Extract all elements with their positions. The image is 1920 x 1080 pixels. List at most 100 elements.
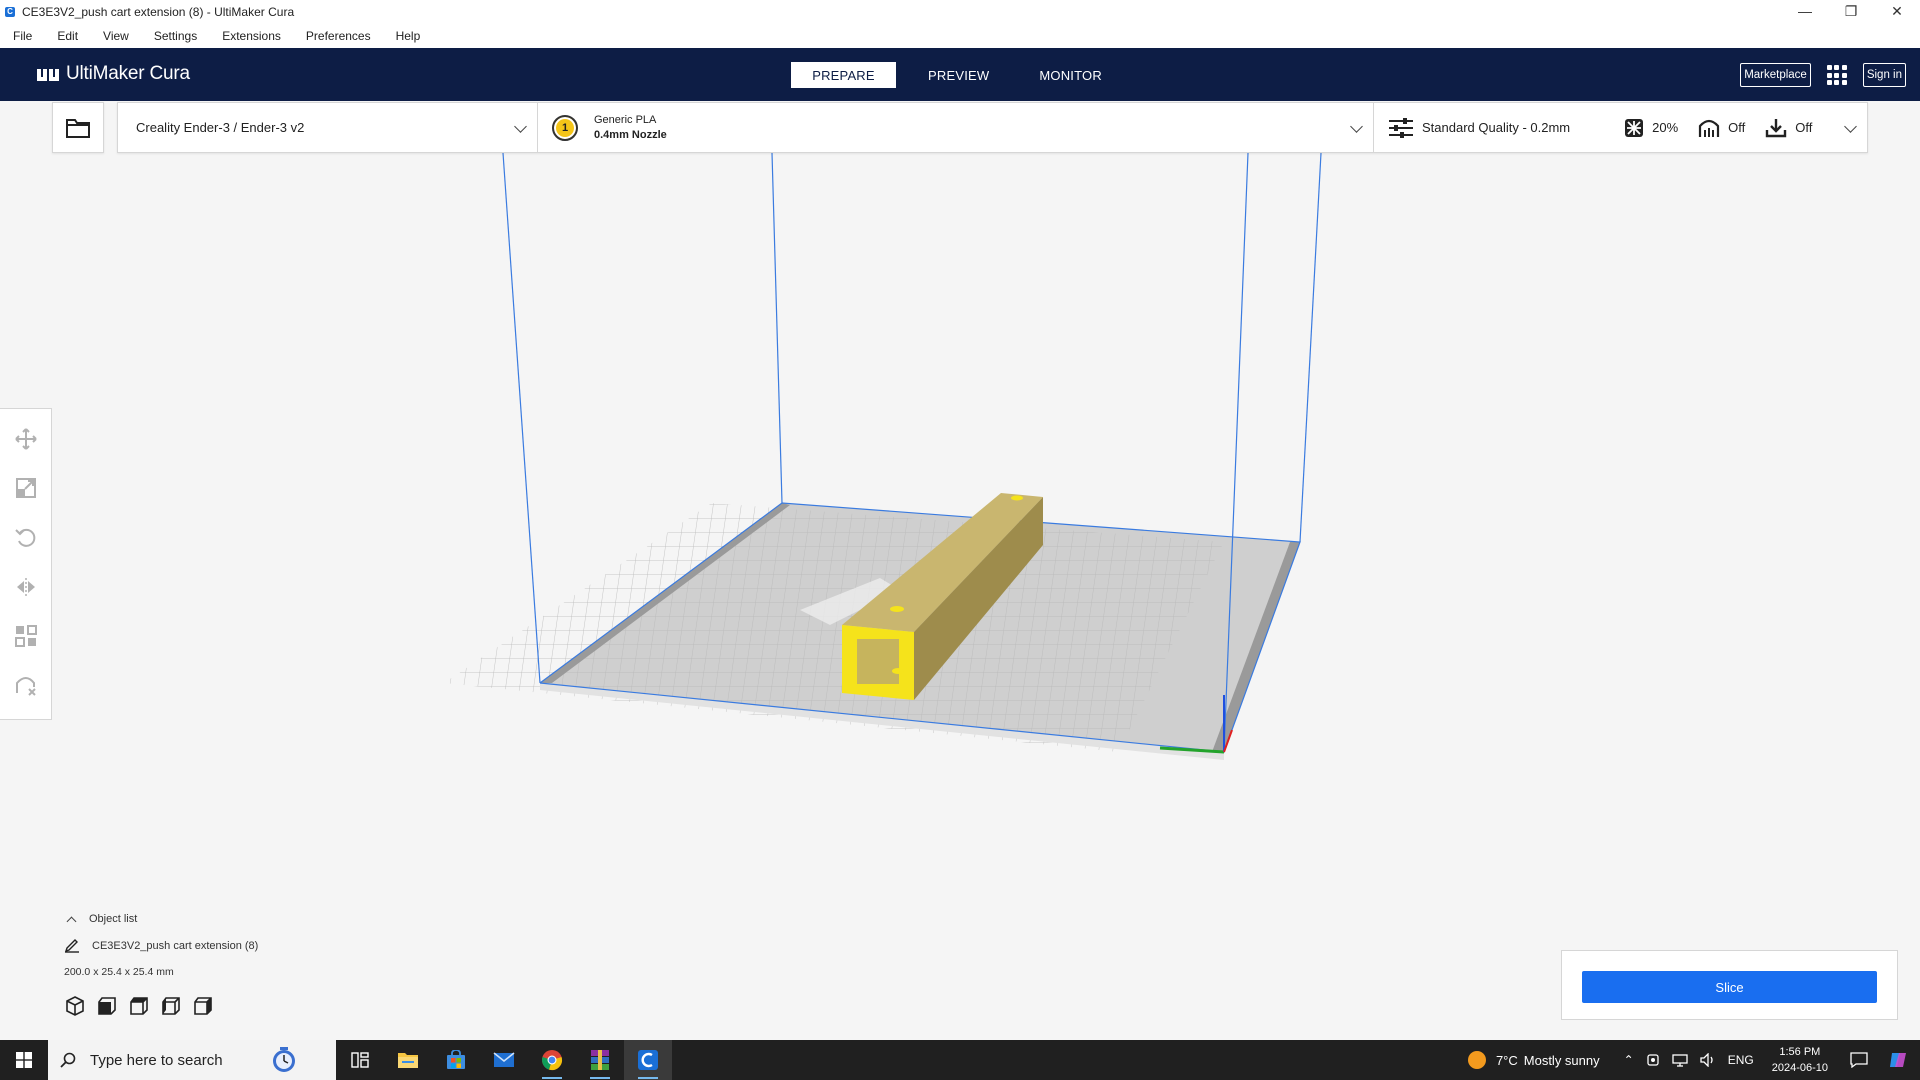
- stage-tabs: PREPARE PREVIEW MONITOR: [791, 62, 1134, 88]
- view-3d-icon[interactable]: [64, 995, 86, 1017]
- mirror-tool-icon[interactable]: [9, 571, 43, 602]
- menu-preferences[interactable]: Preferences: [295, 29, 382, 43]
- view-orientation-buttons: [64, 995, 258, 1017]
- chevron-down-icon: [1350, 120, 1363, 133]
- window-titlebar: C CE3E3V2_push cart extension (8) - Ulti…: [0, 0, 1920, 24]
- clock-time: 1:56 PM: [1779, 1046, 1821, 1058]
- ultimaker-logo: UltiMaker Cura: [36, 63, 190, 85]
- move-tool-icon[interactable]: [9, 423, 43, 454]
- apps-grid-icon[interactable]: [1826, 65, 1847, 85]
- clock-date: 2024-06-10: [1771, 1062, 1828, 1074]
- menu-edit[interactable]: Edit: [46, 29, 89, 43]
- material-name: Generic PLA: [594, 113, 657, 126]
- volume-icon[interactable]: [1700, 1053, 1716, 1067]
- weather-desc: Mostly sunny: [1523, 1052, 1600, 1068]
- view-top-icon[interactable]: [128, 995, 150, 1017]
- build-volume-scene: [434, 152, 1322, 760]
- object-dimensions: 200.0 x 25.4 x 25.4 mm: [64, 966, 174, 978]
- support-blocker-icon[interactable]: [9, 670, 43, 701]
- view-right-icon[interactable]: [192, 995, 214, 1017]
- winrar-icon[interactable]: [576, 1040, 624, 1080]
- folder-icon: [66, 118, 90, 138]
- support-value: Off: [1728, 120, 1746, 135]
- marketplace-button[interactable]: Marketplace: [1740, 63, 1811, 87]
- sign-in-button[interactable]: Sign in: [1862, 63, 1906, 87]
- network-icon[interactable]: [1672, 1053, 1688, 1067]
- file-explorer-icon[interactable]: [384, 1040, 432, 1080]
- weather-widget[interactable]: 7°C Mostly sunny: [1467, 1051, 1600, 1069]
- weather-temp: 7°C: [1495, 1052, 1518, 1068]
- chevron-down-icon: [1844, 120, 1857, 133]
- clock[interactable]: 1:56 PM 2024-06-10: [1772, 1044, 1828, 1076]
- printer-name: Creality Ender-3 / Ender-3 v2: [136, 120, 305, 135]
- tab-preview[interactable]: PREVIEW: [910, 62, 1007, 88]
- view-left-icon[interactable]: [160, 995, 182, 1017]
- search-icon: [60, 1052, 76, 1068]
- chevron-up-icon[interactable]: ⌃: [1624, 1053, 1634, 1067]
- adhesion-icon: [1766, 118, 1787, 137]
- per-model-settings-icon[interactable]: [9, 620, 43, 651]
- windows-logo-icon: [16, 1052, 32, 1068]
- object-list-toggle[interactable]: Object list: [64, 913, 258, 926]
- copilot-icon[interactable]: [1888, 1050, 1908, 1070]
- app-header: UltiMaker Cura PREPARE PREVIEW MONITOR M…: [0, 48, 1920, 101]
- scale-tool-icon[interactable]: [9, 472, 43, 503]
- object-list-item[interactable]: CE3E3V2_push cart extension (8): [64, 939, 258, 953]
- search-highlight-icon: [273, 1047, 295, 1072]
- window-title: CE3E3V2_push cart extension (8) - UltiMa…: [22, 5, 295, 19]
- task-view-icon[interactable]: [336, 1040, 384, 1080]
- chevron-down-icon: [514, 120, 527, 133]
- meet-now-icon[interactable]: [1646, 1053, 1660, 1067]
- infill-value: 20%: [1652, 120, 1679, 135]
- quality-profile: Standard Quality - 0.2mm: [1422, 120, 1571, 135]
- infill-icon: [1625, 118, 1644, 137]
- menu-file[interactable]: File: [0, 29, 43, 43]
- print-configuration-bar: Creality Ender-3 / Ender-3 v2 1 Generic …: [117, 102, 1868, 153]
- print-settings-selector[interactable]: Standard Quality - 0.2mm 20% Off Off: [1374, 103, 1867, 152]
- logo-text: UltiMaker Cura: [66, 63, 190, 84]
- mail-icon[interactable]: [480, 1040, 528, 1080]
- language-indicator[interactable]: ENG: [1728, 1053, 1754, 1067]
- notifications-icon[interactable]: [1850, 1052, 1868, 1068]
- taskbar-search-box[interactable]: Type here to search: [48, 1040, 336, 1080]
- 3d-viewport[interactable]: [0, 101, 1920, 1040]
- tool-panel: [0, 408, 52, 720]
- printer-selector[interactable]: Creality Ender-3 / Ender-3 v2: [118, 103, 538, 152]
- menu-bar: File Edit View Settings Extensions Prefe…: [0, 24, 1920, 48]
- search-placeholder: Type here to search: [90, 1051, 223, 1069]
- settings-sliders-icon: [1389, 117, 1413, 138]
- minimize-icon[interactable]: —: [1782, 0, 1828, 22]
- cura-taskbar-icon[interactable]: [624, 1040, 672, 1080]
- object-list-label: Object list: [89, 913, 138, 925]
- object-list-panel: Object list CE3E3V2_push cart extension …: [64, 913, 258, 1017]
- open-file-button[interactable]: [52, 102, 104, 153]
- ultimaker-logo-icon: [37, 69, 59, 81]
- cura-app-icon: C: [5, 7, 15, 17]
- rotate-tool-icon[interactable]: [9, 522, 43, 553]
- menu-extensions[interactable]: Extensions: [211, 29, 292, 43]
- weather-sun-icon: [1467, 1051, 1486, 1069]
- support-icon: [1699, 119, 1720, 137]
- menu-view[interactable]: View: [92, 29, 140, 43]
- nozzle-size: 0.4mm Nozzle: [594, 128, 667, 141]
- start-button[interactable]: [0, 1040, 48, 1080]
- view-front-icon[interactable]: [96, 995, 118, 1017]
- slice-panel: Slice: [1561, 950, 1898, 1020]
- chrome-icon[interactable]: [528, 1040, 576, 1080]
- material-selector[interactable]: 1 Generic PLA 0.4mm Nozzle: [538, 103, 1374, 152]
- tab-monitor[interactable]: MONITOR: [1021, 62, 1120, 88]
- menu-help[interactable]: Help: [385, 29, 432, 43]
- menu-settings[interactable]: Settings: [143, 29, 208, 43]
- tab-prepare[interactable]: PREPARE: [791, 62, 896, 88]
- adhesion-value: Off: [1795, 120, 1813, 135]
- restore-icon[interactable]: ❐: [1828, 0, 1874, 22]
- pencil-icon: [64, 939, 79, 953]
- slice-button[interactable]: Slice: [1582, 971, 1877, 1003]
- windows-taskbar: Type here to search 7°C Mostly sunny ⌃ E…: [0, 1040, 1920, 1080]
- object-name: CE3E3V2_push cart extension (8): [92, 940, 259, 952]
- microsoft-store-icon[interactable]: [432, 1040, 480, 1080]
- system-tray: 7°C Mostly sunny ⌃ ENG 1:56 PM 2024-06-1…: [1467, 1040, 1920, 1080]
- extruder-badge: 1: [552, 114, 578, 141]
- chevron-up-icon: [66, 916, 77, 926]
- close-icon[interactable]: ✕: [1874, 0, 1920, 22]
